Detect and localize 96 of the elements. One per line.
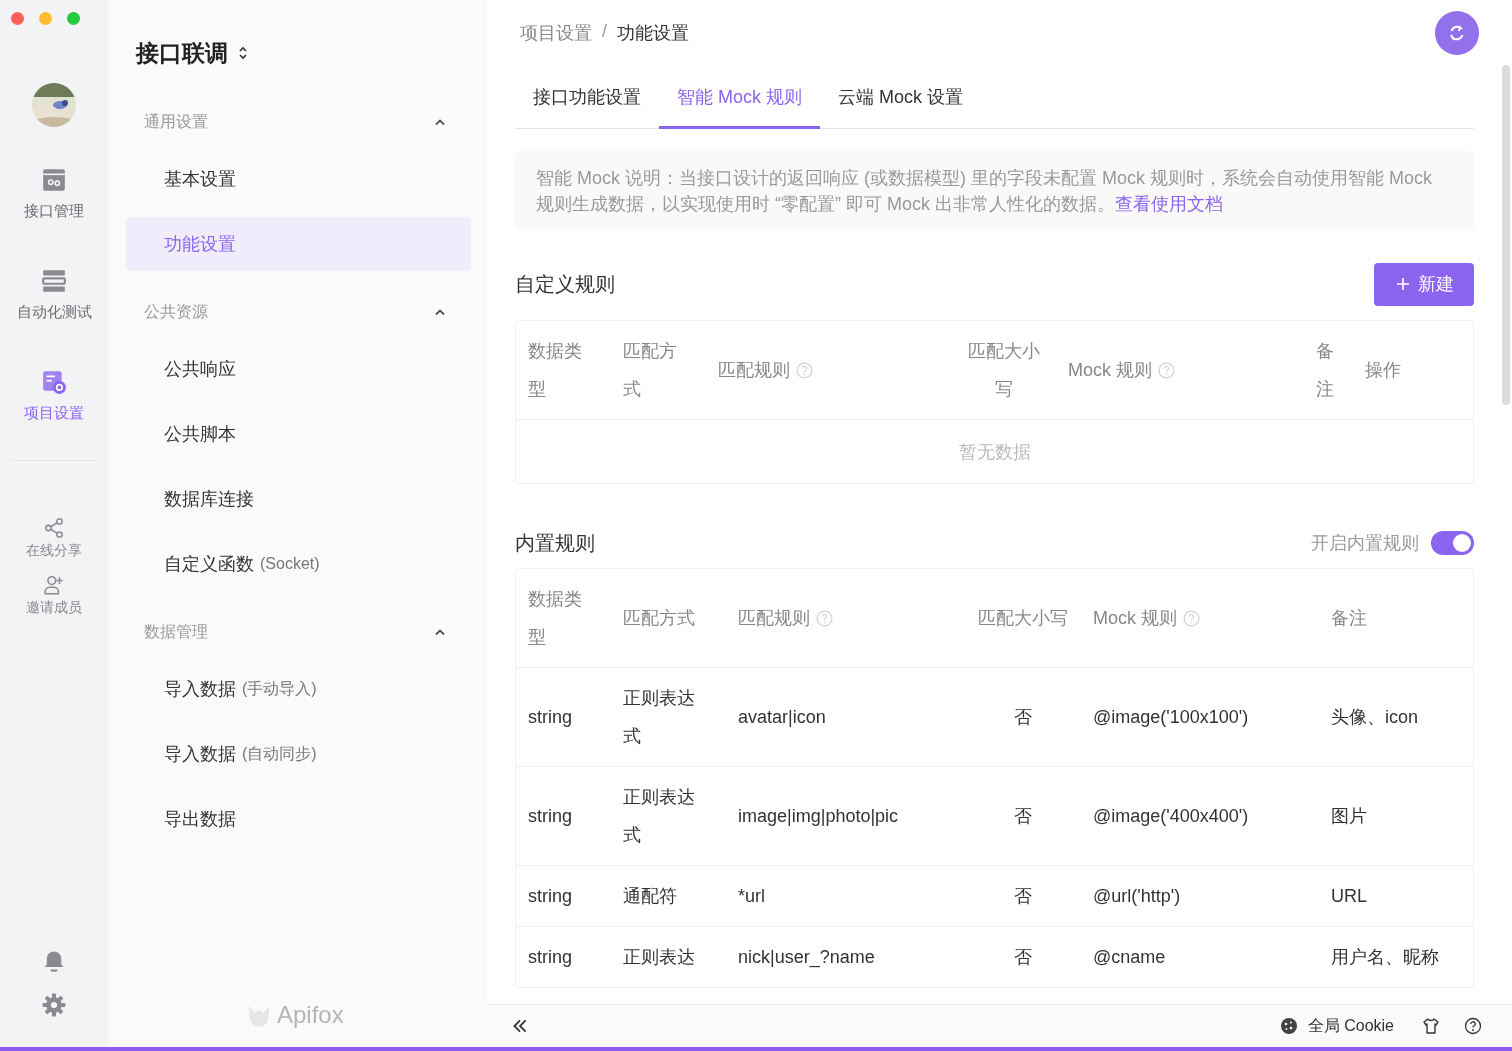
column-header: 匹配规则 [738, 607, 810, 630]
share-icon [43, 517, 65, 539]
table-cell-text: @image('400x400') [1093, 805, 1249, 828]
rail-item[interactable]: 在线分享 [26, 517, 82, 560]
column-header: 匹配方式 [623, 607, 695, 630]
table-cell-text: string [528, 706, 572, 729]
column-header: 匹配规则 [718, 359, 790, 382]
table-cell-text: 正则表达 [623, 946, 695, 969]
table-cell-text: 用户名、昵称 [1331, 946, 1439, 969]
bell-icon[interactable] [42, 949, 66, 973]
menu-item[interactable]: 公共响应 [126, 342, 471, 396]
breadcrumb-item: 功能设置 [617, 22, 689, 45]
help-icon[interactable] [1464, 1017, 1482, 1035]
chevron-up-icon [434, 308, 446, 316]
menu-item[interactable]: 基本设置 [126, 152, 471, 206]
table-cell-text: string [528, 805, 572, 828]
brand-name: Apifox [277, 1001, 344, 1029]
menu-item[interactable]: 导出数据 [126, 792, 471, 846]
server-stack-icon [41, 268, 67, 294]
table-cell-text: 正则表达式 [623, 786, 696, 847]
table-cell-text: string [528, 946, 572, 969]
empty-text: 暂无数据 [958, 440, 1031, 464]
project-title: 接口联调 [136, 38, 228, 68]
scrollbar[interactable] [1502, 65, 1510, 405]
table-cell-text: 否 [1013, 885, 1032, 908]
zoom-button[interactable] [67, 12, 80, 25]
table-cell-text: @url('http') [1093, 885, 1181, 908]
table-cell-text: @image('100x100') [1093, 706, 1249, 729]
column-header: 数据类型 [528, 588, 583, 649]
rail-item[interactable]: 自动化测试 [16, 268, 92, 322]
column-header: 匹配方式 [623, 340, 678, 401]
section-title: 自定义规则 [515, 271, 615, 297]
table-cell-text: nick|user_?name [738, 946, 875, 970]
table-cell-text: image|img|photo|pic [738, 805, 899, 828]
chevron-up-icon [434, 118, 446, 126]
breadcrumb-separator: / [602, 21, 607, 43]
table-cell-text: *url [738, 885, 765, 908]
cookie-label[interactable]: 全局 Cookie [1307, 1015, 1394, 1037]
tab[interactable]: 云端 Mock 设置 [820, 75, 982, 129]
chevron-up-down-icon[interactable] [238, 45, 248, 61]
menu-item[interactable]: 数据库连接 [126, 472, 471, 526]
docs-link[interactable]: 查看使用文档 [1115, 194, 1223, 214]
settings-icon [41, 369, 67, 395]
tab[interactable]: 智能 Mock 规则 [659, 75, 820, 129]
table-cell-text: URL [1331, 885, 1367, 908]
column-header: 备注 [1314, 340, 1335, 401]
table-cell-text: 头像、icon [1331, 706, 1419, 729]
collapse-icon[interactable] [511, 1017, 529, 1035]
toggle-label: 开启内置规则 [1311, 532, 1419, 555]
close-button[interactable] [11, 12, 24, 25]
column-header: Mock 规则 [1093, 607, 1177, 630]
group-header[interactable]: 公共资源 [126, 282, 471, 342]
column-header: 操作 [1365, 359, 1401, 382]
rail-item[interactable]: 项目设置 [24, 369, 84, 423]
column-header: 匹配大小写 [966, 340, 1041, 401]
shirt-icon[interactable] [1422, 1017, 1440, 1035]
table-cell-text: 否 [1013, 946, 1032, 969]
column-header: 备注 [1331, 607, 1367, 630]
table-cell-text: 图片 [1331, 805, 1367, 828]
settings-icon[interactable] [42, 993, 66, 1017]
notice-text: 智能 Mock 说明：当接口设计的返回响应 (或数据模型) 里的字段未配置 Mock 规则时，系统会自动使用智能 Mock 规则生成数据，以实现使用时 “零配置” 即可 Mock 出非常人性化的数据。查看使用文档 [536, 167, 1433, 216]
rail-label: 邀请成员 [26, 599, 82, 617]
cookie-icon[interactable] [1279, 1017, 1298, 1035]
sync-button[interactable] [1435, 11, 1479, 55]
table-cell-text: 否 [1013, 805, 1032, 828]
table-cell-text: avatar|icon [738, 706, 826, 729]
rail-label: 接口管理 [24, 202, 84, 221]
rail-label: 在线分享 [26, 542, 82, 560]
menu-item[interactable]: 自定义函数 (Socket) [126, 537, 471, 591]
menu-item[interactable]: 功能设置 [126, 217, 471, 271]
plus-icon [1396, 277, 1410, 291]
group-header[interactable]: 数据管理 [126, 602, 471, 662]
breadcrumb-item[interactable]: 项目设置 [520, 21, 592, 45]
table-cell-text: string [528, 885, 572, 908]
column-header: 匹配大小写 [977, 607, 1068, 630]
toggle-switch[interactable] [1431, 531, 1474, 555]
table-cell-text: 否 [1013, 706, 1032, 729]
table-cell-text: @cname [1093, 946, 1166, 969]
table-cell-text: 通配符 [623, 885, 677, 908]
chevron-up-icon [434, 628, 446, 636]
group-header[interactable]: 通用设置 [126, 92, 471, 152]
api-folder-icon [41, 167, 67, 193]
menu-item[interactable]: 导入数据 (自动同步) [126, 727, 471, 781]
rail-label: 自动化测试 [16, 303, 92, 322]
column-header: Mock 规则 [1068, 359, 1152, 382]
new-button[interactable]: 新建 [1374, 262, 1474, 306]
table-cell-text: 正则表达式 [623, 687, 696, 748]
menu-item[interactable]: 公共脚本 [126, 407, 471, 461]
add-user-icon [43, 574, 65, 596]
column-header: 数据类型 [528, 340, 583, 401]
section-title: 内置规则 [515, 530, 595, 556]
tab[interactable]: 接口功能设置 [515, 75, 659, 129]
rail-item[interactable]: 邀请成员 [26, 574, 82, 617]
rail-item[interactable]: 接口管理 [24, 167, 84, 221]
rail-label: 项目设置 [24, 404, 84, 423]
menu-item[interactable]: 导入数据 (手动导入) [126, 662, 471, 716]
